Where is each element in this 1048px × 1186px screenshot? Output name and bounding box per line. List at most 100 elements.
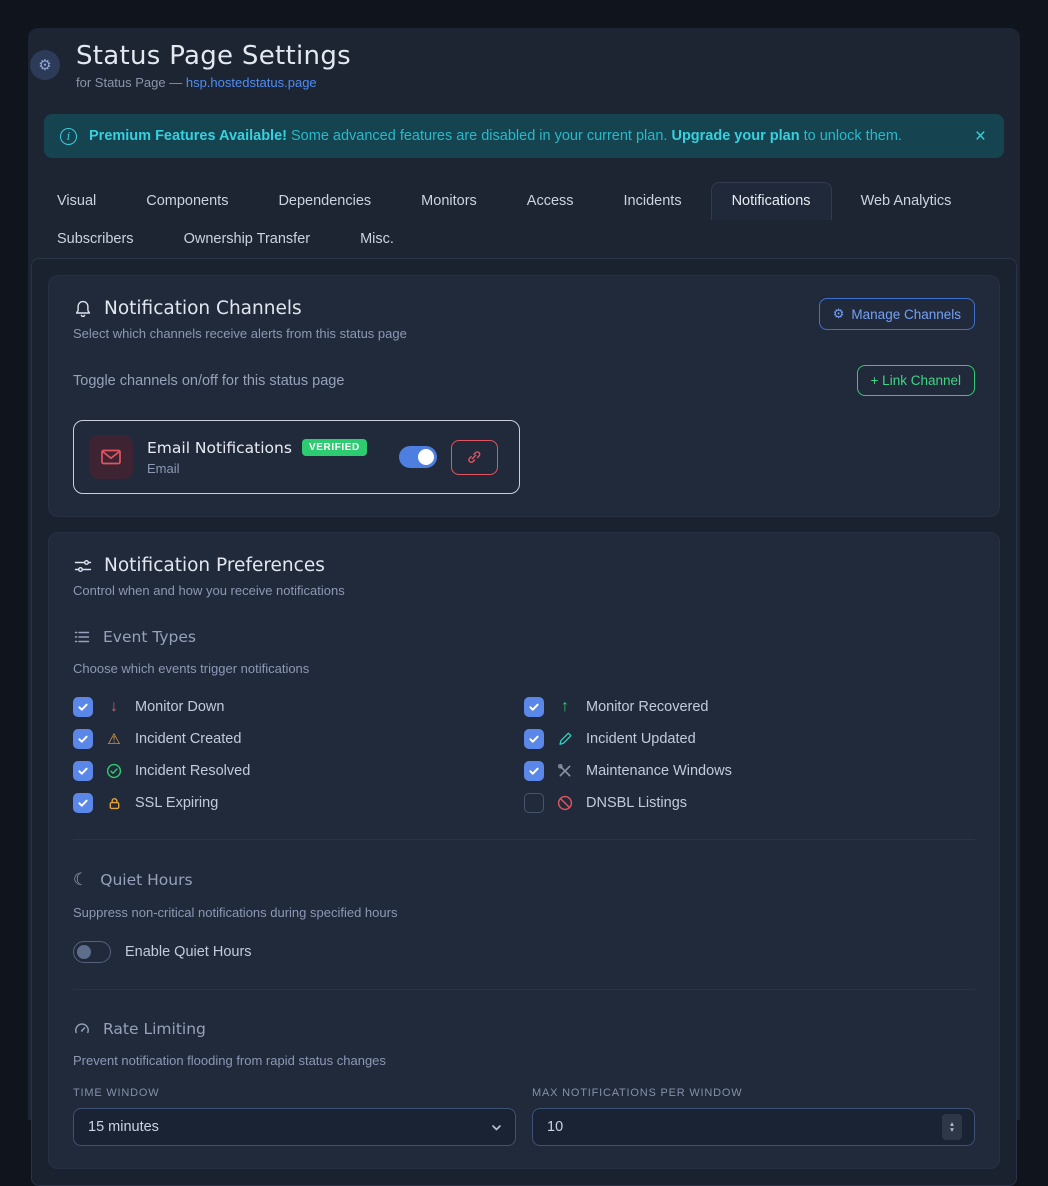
channel-name: Email Notifications: [147, 439, 292, 457]
link-channel-button[interactable]: + Link Channel: [857, 365, 975, 396]
channels-card-title: Notification Channels: [104, 298, 302, 319]
event-types-subtitle: Choose which events trigger notification…: [73, 661, 975, 676]
event-label: Incident Updated: [586, 731, 696, 747]
tab-subscribers[interactable]: Subscribers: [36, 220, 155, 258]
event-row-incident-updated: Incident Updated: [524, 729, 975, 749]
max-notifications-label: MAX NOTIFICATIONS PER WINDOW: [532, 1087, 975, 1099]
status-page-link[interactable]: hsp.hostedstatus.page: [186, 75, 317, 90]
manage-channels-label: Manage Channels: [851, 307, 961, 322]
unlink-channel-button[interactable]: [451, 440, 498, 475]
time-window-value: 15 minutes: [88, 1119, 159, 1135]
manage-channels-button[interactable]: ⚙ Manage Channels: [819, 298, 975, 330]
link-icon: [466, 449, 482, 465]
tab-ownership-transfer[interactable]: Ownership Transfer: [163, 220, 332, 258]
divider: [73, 839, 975, 840]
quiet-hours-toggle-label: Enable Quiet Hours: [125, 944, 252, 960]
preferences-card-title: Notification Preferences: [104, 555, 325, 576]
tab-dependencies[interactable]: Dependencies: [257, 182, 392, 220]
max-notifications-input[interactable]: [547, 1119, 942, 1135]
banner-text: Premium Features Available! Some advance…: [89, 128, 961, 144]
page-header: ⚙ Status Page Settings for Status Page —…: [28, 28, 1020, 90]
upgrade-plan-link[interactable]: Upgrade your plan: [671, 128, 799, 144]
quiet-hours-section-head: ☾ Quiet Hours: [73, 870, 975, 890]
tab-access[interactable]: Access: [506, 182, 595, 220]
event-row-ssl-expiring: SSL Expiring: [73, 793, 524, 813]
tab-misc[interactable]: Misc.: [339, 220, 415, 258]
toggle-knob: [418, 449, 434, 465]
event-types-grid: ↓ Monitor Down ↑ Monitor Recovered ⚠Incident…: [73, 697, 975, 813]
tab-components[interactable]: Components: [125, 182, 249, 220]
bell-icon: [73, 299, 93, 319]
channels-card-title-row: Notification Channels: [73, 298, 407, 319]
settings-container: ⚙ Status Page Settings for Status Page —…: [28, 28, 1020, 1120]
page-title: Status Page Settings: [76, 41, 351, 71]
email-channel-card: Email Notifications VERIFIED Email: [73, 420, 520, 494]
rate-limiting-subtitle: Prevent notification flooding from rapid…: [73, 1053, 975, 1068]
event-label: Maintenance Windows: [586, 763, 732, 779]
link-channel-label: + Link Channel: [871, 373, 961, 388]
time-window-label: TIME WINDOW: [73, 1087, 516, 1099]
tab-notifications[interactable]: Notifications: [711, 182, 832, 220]
checkbox-ssl-expiring[interactable]: [73, 793, 93, 813]
event-label: SSL Expiring: [135, 795, 218, 811]
sliders-icon: [73, 556, 93, 576]
arrow-down-icon: ↓: [105, 699, 123, 715]
spinner-down-icon: ▾: [950, 1127, 954, 1133]
notification-preferences-card: Notification Preferences Control when an…: [48, 532, 1000, 1169]
checkbox-dnsbl-listings[interactable]: [524, 793, 544, 813]
email-channel-tile: [89, 435, 133, 479]
quiet-hours-title: Quiet Hours: [100, 871, 192, 889]
event-types-section-head: Event Types: [73, 628, 975, 646]
banner-bold-text: Premium Features Available!: [89, 128, 287, 144]
event-row-incident-created: ⚠Incident Created: [73, 729, 524, 749]
banner-suffix-text: to unlock them.: [800, 128, 902, 144]
arrow-up-icon: ↑: [556, 699, 574, 715]
toggle-hint-text: Toggle channels on/off for this status p…: [73, 373, 344, 389]
event-types-title: Event Types: [103, 628, 196, 646]
checkbox-incident-resolved[interactable]: [73, 761, 93, 781]
checkbox-maintenance-windows[interactable]: [524, 761, 544, 781]
checkbox-monitor-recovered[interactable]: [524, 697, 544, 717]
divider: [73, 989, 975, 990]
page-subtitle: for Status Page — hsp.hostedstatus.page: [76, 75, 351, 90]
channels-card-subtitle: Select which channels receive alerts fro…: [73, 326, 407, 341]
event-label: DNSBL Listings: [586, 795, 687, 811]
tab-web-analytics[interactable]: Web Analytics: [840, 182, 973, 220]
tab-monitors[interactable]: Monitors: [400, 182, 498, 220]
settings-tabs: VisualComponentsDependenciesMonitorsAcce…: [36, 182, 1012, 258]
ban-icon: [556, 795, 574, 811]
preferences-card-subtitle: Control when and how you receive notific…: [73, 583, 975, 598]
event-row-dnsbl-listings: DNSBL Listings: [524, 793, 975, 813]
event-row-monitor-recovered: ↑ Monitor Recovered: [524, 697, 975, 717]
list-icon: [73, 628, 91, 646]
lock-icon: [105, 796, 123, 811]
gauge-icon: [73, 1020, 91, 1038]
toggle-knob: [77, 945, 91, 959]
event-label: Incident Resolved: [135, 763, 250, 779]
checkbox-incident-updated[interactable]: [524, 729, 544, 749]
moon-icon: ☾: [73, 870, 88, 890]
banner-body-text: Some advanced features are disabled in y…: [287, 128, 671, 144]
checkbox-monitor-down[interactable]: [73, 697, 93, 717]
checkbox-incident-created[interactable]: [73, 729, 93, 749]
close-icon[interactable]: ×: [973, 127, 988, 146]
envelope-icon: [99, 445, 123, 469]
event-label: Incident Created: [135, 731, 241, 747]
event-label: Monitor Recovered: [586, 699, 709, 715]
email-channel-toggle[interactable]: [399, 446, 437, 468]
number-spinner[interactable]: ▴▾: [942, 1114, 962, 1140]
event-row-incident-resolved: Incident Resolved: [73, 761, 524, 781]
tab-visual[interactable]: Visual: [36, 182, 117, 220]
check-circle-icon: [105, 763, 123, 779]
tools-icon: [556, 763, 574, 779]
notifications-panel: Notification Channels Select which chann…: [31, 258, 1017, 1186]
subtitle-text: for Status Page —: [76, 75, 186, 90]
enable-quiet-hours-toggle[interactable]: [73, 941, 111, 963]
gear-icon: ⚙: [833, 306, 845, 322]
time-window-select[interactable]: 15 minutes: [73, 1108, 516, 1146]
max-notifications-input-wrap: ▴▾: [532, 1108, 975, 1146]
tab-incidents[interactable]: Incidents: [603, 182, 703, 220]
info-icon: i: [60, 128, 77, 145]
event-label: Monitor Down: [135, 699, 224, 715]
verified-badge: VERIFIED: [302, 439, 367, 456]
